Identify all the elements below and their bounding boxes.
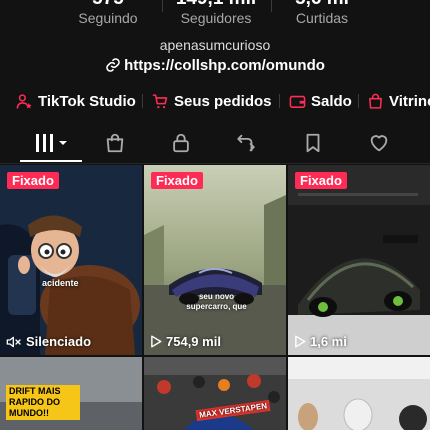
followers-label: Seguidores xyxy=(180,10,252,26)
lock-icon xyxy=(173,133,189,153)
bookmark-icon xyxy=(306,133,320,153)
video-views: 1,6 mi xyxy=(294,334,347,349)
shortcut-label: Vitrine xyxy=(389,92,430,110)
muted-icon xyxy=(6,336,21,347)
video-views-count: 754,9 mil xyxy=(166,334,221,349)
video-tile[interactable]: Fixado acidente Silenciado xyxy=(0,165,142,355)
video-caption: seu novo supercarro, que xyxy=(186,292,247,311)
tab-liked[interactable] xyxy=(349,126,409,160)
video-views: 754,9 mil xyxy=(150,334,221,349)
repost-icon xyxy=(237,134,255,152)
shortcut-showcase[interactable]: Vitrine xyxy=(367,90,430,112)
pinned-badge: Fixado xyxy=(151,172,203,189)
following-label: Seguindo xyxy=(78,10,138,26)
active-tab-indicator xyxy=(20,160,82,162)
tab-shop[interactable] xyxy=(85,126,145,160)
bag-icon xyxy=(369,93,382,109)
video-views-count: 1,6 mi xyxy=(310,334,347,349)
followers-stat[interactable]: 149,1 mil Seguidores xyxy=(156,0,276,26)
followers-count: 149,1 mil xyxy=(156,0,276,10)
play-icon xyxy=(151,335,162,348)
tab-favorites[interactable] xyxy=(283,126,343,160)
tab-videos-grid[interactable] xyxy=(22,126,82,160)
shortcut-divider xyxy=(358,94,359,108)
pinned-badge: Fixado xyxy=(295,172,347,189)
video-status-label: Silenciado xyxy=(26,334,92,349)
profile-stats: 575 Seguindo 149,1 mil Seguidores 5,6 mi… xyxy=(0,0,430,28)
video-thumbnail xyxy=(0,165,142,355)
video-thumbnail xyxy=(288,357,430,430)
following-stat[interactable]: 575 Seguindo xyxy=(48,0,168,26)
wallet-icon xyxy=(289,95,306,108)
grid-icon xyxy=(36,134,67,152)
video-caption: acidente xyxy=(42,278,79,288)
tab-reposts[interactable] xyxy=(216,126,276,160)
likes-stat[interactable]: 5,6 mi Curtidas xyxy=(262,0,382,26)
video-thumbnail xyxy=(144,165,286,355)
shortcut-divider xyxy=(142,94,143,108)
shortcut-tiktok-studio[interactable]: TikTok Studio xyxy=(16,90,136,112)
video-tile[interactable]: Fixado seu novo supercarro, que 754,9 mi… xyxy=(144,165,286,355)
likes-label: Curtidas xyxy=(295,10,349,26)
following-count: 575 xyxy=(48,0,168,10)
shortcut-orders[interactable]: Seus pedidos xyxy=(152,90,272,112)
video-caption: DRIFT MAIS RAPIDO DO MUNDO!! xyxy=(6,385,80,420)
link-icon xyxy=(106,58,120,72)
shopping-bag-icon xyxy=(106,133,124,153)
profile-username: apenasumcurioso xyxy=(159,37,271,53)
heart-icon xyxy=(370,135,388,152)
video-status: Silenciado xyxy=(6,334,91,349)
video-tile[interactable] xyxy=(288,357,430,430)
tabs-divider xyxy=(0,163,430,164)
play-icon xyxy=(295,335,306,348)
profile-tabs xyxy=(0,126,430,164)
tab-private[interactable] xyxy=(151,126,211,160)
video-tile[interactable]: Fixado 1,6 mi xyxy=(288,165,430,355)
video-tile[interactable]: MAX VERSTAPEN xyxy=(144,357,286,430)
video-thumbnail xyxy=(288,165,430,355)
shortcut-balance[interactable]: Saldo xyxy=(289,90,352,112)
shortcut-label: Saldo xyxy=(311,92,352,110)
pinned-badge: Fixado xyxy=(7,172,59,189)
cart-icon xyxy=(152,93,168,108)
shortcut-label: Seus pedidos xyxy=(174,92,272,110)
profile-link-text: https://collshp.com/omundo xyxy=(124,57,325,74)
shortcuts-bar: TikTok Studio Seus pedidos Saldo Vitrine xyxy=(0,90,430,112)
shortcut-divider xyxy=(279,94,280,108)
profile-link[interactable]: https://collshp.com/omundo xyxy=(0,57,430,74)
video-thumbnail xyxy=(144,357,286,430)
person-star-icon xyxy=(16,93,32,109)
shortcut-label: TikTok Studio xyxy=(38,92,136,110)
video-tile[interactable]: DRIFT MAIS RAPIDO DO MUNDO!! xyxy=(0,357,142,430)
likes-count: 5,6 mi xyxy=(262,0,382,10)
